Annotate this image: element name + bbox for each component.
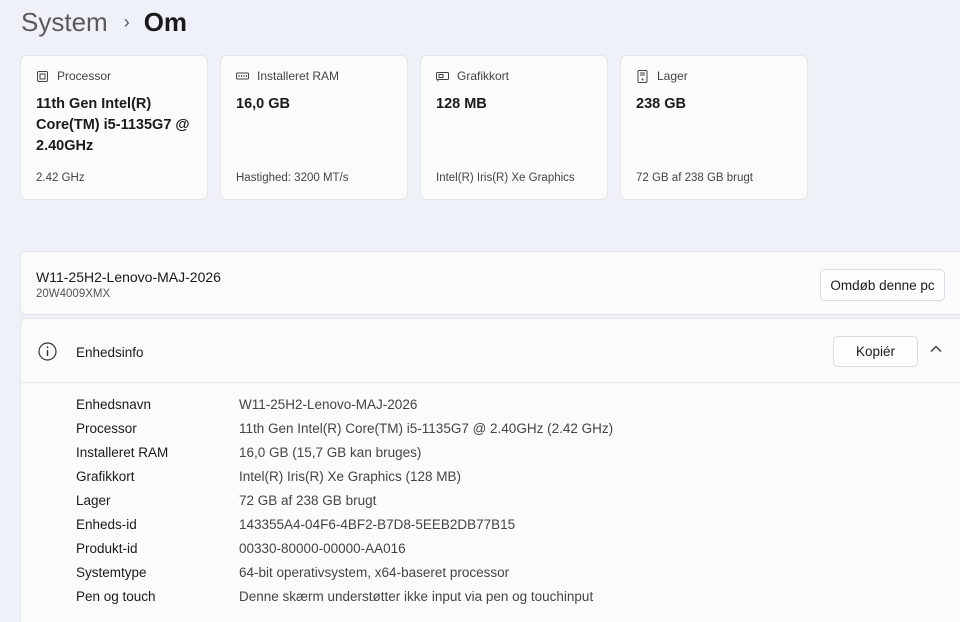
spec-label: Pen og touch [76, 588, 156, 604]
spec-label: Grafikkort [76, 468, 135, 484]
spec-label: Produkt-id [76, 540, 138, 556]
spec-row: Produkt-id 00330-80000-00000-AA016 [76, 536, 613, 560]
spec-row: Processor 11th Gen Intel(R) Core(TM) i5-1… [76, 416, 613, 440]
spec-value: 00330-80000-00000-AA016 [239, 540, 406, 556]
card-value: 128 MB [436, 96, 487, 112]
spec-value: 11th Gen Intel(R) Core(TM) i5-1135G7 @ 2… [239, 420, 614, 436]
spec-value: Denne skærm understøtter ikke input via … [239, 588, 594, 604]
gpu-card: Grafikkort 128 MB Intel(R) Iris(R) Xe Gr… [420, 55, 608, 200]
spec-value: Intel(R) Iris(R) Xe Graphics (128 MB) [239, 468, 462, 484]
spec-label: Systemtype [76, 564, 147, 580]
card-title: Processor [57, 69, 112, 83]
spec-value: 64-bit operativsystem, x64-baseret proce… [239, 564, 510, 580]
device-info-panel: Enhedsinfo Kopiér Enhedsnavn W11-25H2-Len… [20, 318, 960, 622]
spec-list: Enhedsnavn W11-25H2-Lenovo-MAJ-2026 Proce… [76, 392, 613, 608]
spec-row: Lager 72 GB af 238 GB brugt [76, 488, 613, 512]
pc-name: W11-25H2-Lenovo-MAJ-2026 [36, 269, 221, 285]
ram-card: Installeret RAM 16,0 GB Hastighed: 3200 … [220, 55, 408, 200]
spec-value: 16,0 GB (15,7 GB kan bruges) [239, 444, 422, 460]
chevron-up-icon[interactable] [929, 342, 943, 356]
card-value: 238 GB [636, 96, 686, 112]
breadcrumb: System › Om [21, 4, 187, 40]
pc-name-row: W11-25H2-Lenovo-MAJ-2026 20W4009XMX Omdø… [20, 251, 960, 315]
card-title: Grafikkort [457, 69, 510, 83]
spec-value: 72 GB af 238 GB brugt [239, 492, 377, 508]
spec-value: W11-25H2-Lenovo-MAJ-2026 [239, 396, 418, 412]
card-value: 16,0 GB [236, 96, 290, 112]
card-value: 11th Gen Intel(R) Core(TM) i5-1135G7 @ 2… [36, 96, 190, 154]
spec-row: Enhedsnavn W11-25H2-Lenovo-MAJ-2026 [76, 392, 613, 416]
storage-card: Lager 238 GB 72 GB af 238 GB brugt [620, 55, 808, 200]
spec-value: 143355A4-04F6-4BF2-B7D8-5EEB2DB77B15 [239, 516, 516, 532]
card-subtext: Intel(R) Iris(R) Xe Graphics [436, 172, 575, 184]
spec-row: Grafikkort Intel(R) Iris(R) Xe Graphics (… [76, 464, 613, 488]
page-title: Om [143, 6, 188, 37]
spec-label: Lager [76, 492, 111, 508]
spec-row: Installeret RAM 16,0 GB (15,7 GB kan brug… [76, 440, 613, 464]
card-title: Lager [657, 69, 688, 83]
card-subtext: 2.42 GHz [36, 172, 85, 184]
spec-label: Enheds-id [76, 516, 137, 532]
breadcrumb-system-link[interactable]: System [21, 7, 108, 38]
rename-pc-button[interactable]: Omdøb denne pc [820, 269, 945, 301]
spec-row: Enheds-id 143355A4-04F6-4BF2-B7D8-5EEB2DB… [76, 512, 613, 536]
spec-row: Systemtype 64-bit operativsystem, x64-bas… [76, 560, 613, 584]
info-icon [38, 342, 57, 361]
card-subtext: 72 GB af 238 GB brugt [636, 172, 753, 184]
storage-icon [636, 69, 649, 83]
processor-icon [36, 70, 49, 83]
spec-row: Pen og touch Denne skærm understøtter ikk… [76, 584, 613, 608]
chevron-right-icon: › [123, 11, 130, 32]
pc-model: 20W4009XMX [36, 288, 111, 300]
spec-label: Installeret RAM [76, 444, 169, 460]
processor-card: Processor 11th Gen Intel(R) Core(TM) i5-… [20, 55, 208, 200]
copy-button[interactable]: Kopiér [833, 336, 918, 367]
spec-label: Enhedsnavn [76, 396, 152, 412]
card-subtext: Hastighed: 3200 MT/s [236, 172, 349, 184]
spec-label: Processor [76, 420, 137, 436]
card-title: Installeret RAM [257, 69, 340, 83]
device-info-header[interactable]: Enhedsinfo Kopiér [21, 319, 960, 383]
spec-cards: Processor 11th Gen Intel(R) Core(TM) i5-… [20, 55, 808, 200]
gpu-icon [436, 70, 449, 83]
device-info-title: Enhedsinfo [76, 345, 144, 360]
ram-icon [236, 70, 249, 83]
